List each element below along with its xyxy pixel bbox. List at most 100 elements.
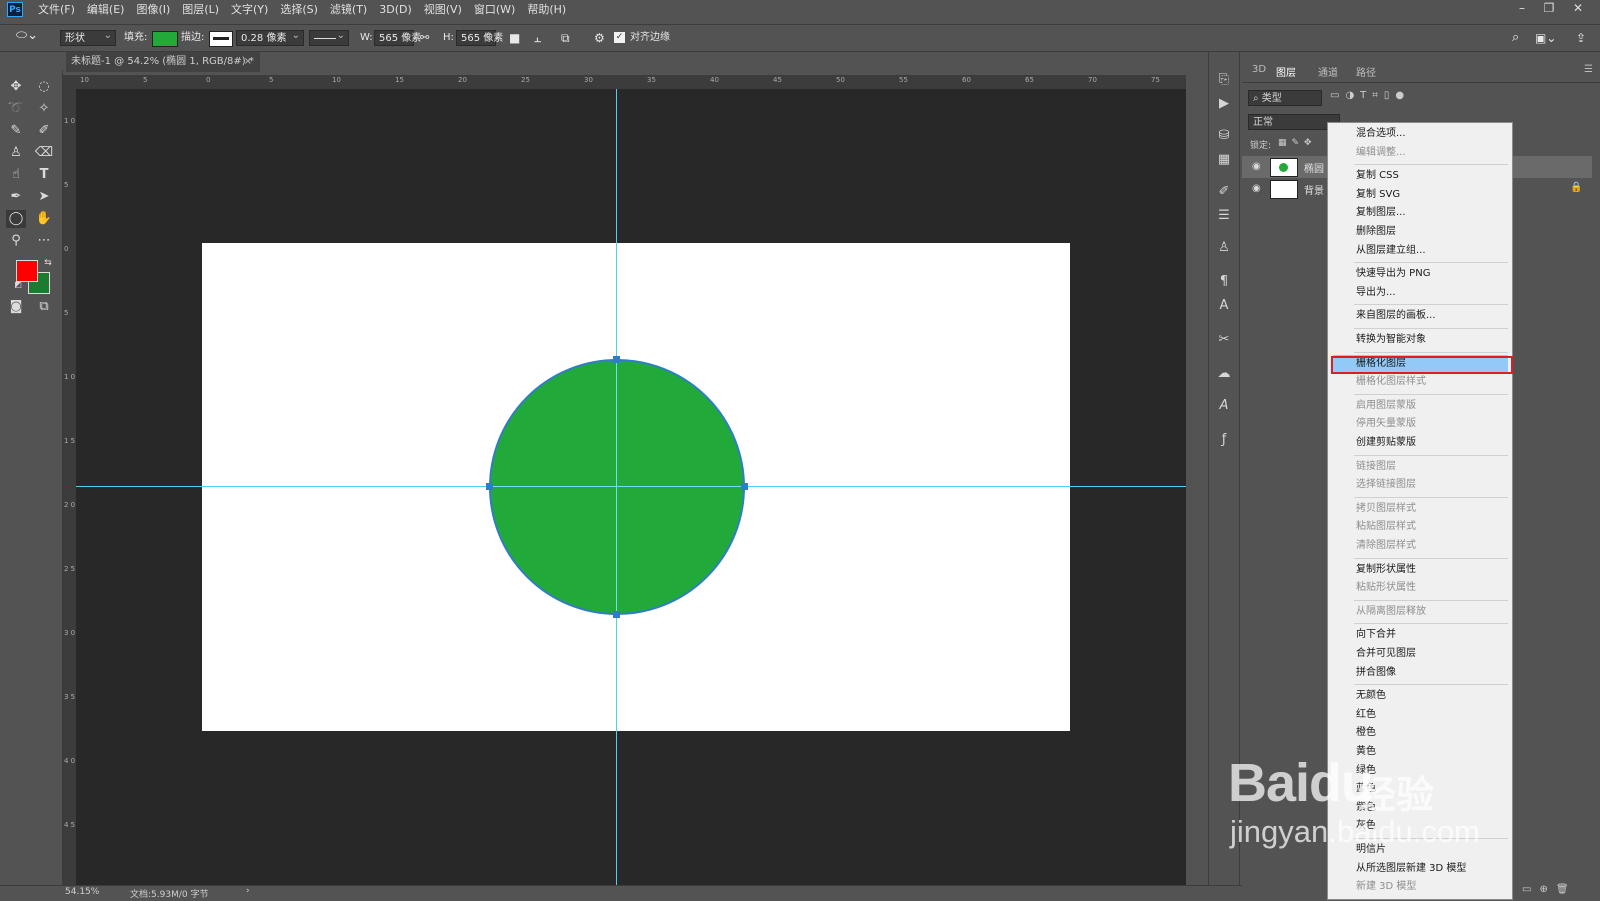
context-menu-item[interactable]: 从图层建立组... — [1328, 242, 1512, 260]
context-menu-item[interactable]: 合并可见图层 — [1328, 645, 1512, 663]
anchor-point-bottom[interactable] — [613, 611, 620, 618]
ruler-left[interactable]: 1 0 5 0 5 1 0 1 5 2 0 2 5 3 0 3 5 4 0 4 … — [62, 89, 77, 885]
move-tool-icon[interactable]: ✥ — [6, 78, 26, 96]
actions-play-icon[interactable]: ▶ — [1216, 96, 1232, 112]
context-menu-item[interactable]: 转换为智能对象 — [1328, 331, 1512, 349]
lasso-tool-icon[interactable]: ➰ — [6, 100, 26, 118]
path-alignment-icon[interactable]: ⫠ — [534, 30, 541, 46]
context-menu-item[interactable]: 复制图层... — [1328, 204, 1512, 222]
context-menu-item[interactable]: 无颜色 — [1328, 687, 1512, 705]
link-dimensions-icon[interactable]: ⚯ — [420, 30, 429, 46]
tab-layers[interactable]: 图层 — [1276, 64, 1296, 79]
screen-mode-icon[interactable]: ⧉ — [34, 298, 54, 316]
quick-mask-icon[interactable]: ◙ — [6, 298, 26, 316]
hand-tool-icon[interactable]: ✋ — [34, 210, 54, 228]
context-menu-item[interactable]: 复制形状属性 — [1328, 561, 1512, 579]
smudge-tool-icon[interactable]: ☝ — [6, 166, 26, 184]
panel-menu-icon[interactable]: ☰ — [1584, 64, 1593, 75]
anchor-point-left[interactable] — [486, 483, 493, 490]
tab-paths[interactable]: 路径 — [1356, 64, 1376, 79]
stroke-width-field[interactable]: 0.28 像素 — [236, 28, 304, 46]
swap-colors-icon[interactable]: ⇆ — [38, 254, 58, 272]
stamp-tool-icon[interactable]: ♙ — [6, 144, 26, 162]
mode-dropdown[interactable]: 形状 — [60, 28, 116, 46]
stroke-swatch-icon[interactable] — [209, 31, 233, 47]
ellipse-tool-preset-icon[interactable]: ⬭⌄ — [16, 28, 38, 44]
context-menu-item[interactable]: 红色 — [1328, 706, 1512, 724]
tools-icon[interactable]: ✂ — [1216, 332, 1232, 348]
menu-help[interactable]: 帮助(H) — [527, 0, 566, 20]
fill-swatch[interactable] — [152, 31, 178, 47]
ruler-top[interactable]: 10 5 0 5 10 15 20 25 30 35 40 45 50 55 6… — [62, 75, 1186, 90]
context-menu-item[interactable]: 橙色 — [1328, 724, 1512, 742]
stroke-type-dropdown[interactable] — [309, 28, 349, 46]
close-window-button[interactable]: ✕ — [1566, 0, 1590, 18]
gear-icon[interactable]: ⚙ — [594, 30, 605, 46]
tab-channels[interactable]: 通道 — [1318, 64, 1338, 79]
anchor-point-right[interactable] — [741, 483, 748, 490]
context-menu-item[interactable]: 混合选项... — [1328, 125, 1512, 143]
zoom-level[interactable]: 54.15% — [65, 887, 99, 897]
more-tools-icon[interactable]: ⋯ — [34, 232, 54, 250]
foreground-color-swatch[interactable] — [16, 260, 38, 282]
anchor-point-top[interactable] — [613, 356, 620, 363]
history-icon[interactable]: ⎘ — [1216, 72, 1232, 88]
visibility-eye-icon[interactable]: ◉ — [1252, 161, 1261, 172]
adjustments-icon[interactable]: ☰ — [1216, 208, 1232, 224]
styles-icon[interactable]: ƒ — [1216, 432, 1232, 448]
menu-window[interactable]: 窗口(W) — [474, 0, 515, 20]
context-menu-item[interactable]: 复制 SVG — [1328, 186, 1512, 204]
context-menu-item[interactable]: 拼合图像 — [1328, 664, 1512, 682]
status-arrow-icon[interactable]: › — [246, 886, 250, 896]
menu-type[interactable]: 文字(Y) — [231, 0, 268, 20]
brush-settings-icon[interactable]: ✐ — [1216, 184, 1232, 200]
visibility-eye-icon[interactable]: ◉ — [1252, 183, 1261, 194]
libraries-icon[interactable]: ☁ — [1216, 366, 1232, 382]
align-edges-checkbox[interactable]: ✓ — [614, 32, 625, 43]
lock-icons[interactable]: ▦✎✥ — [1278, 138, 1317, 148]
menu-image[interactable]: 图像(I) — [136, 0, 170, 20]
context-menu-item[interactable]: 来自图层的画板... — [1328, 307, 1512, 325]
context-menu-item[interactable]: 导出为... — [1328, 284, 1512, 302]
context-menu-item[interactable]: 创建剪贴蒙版 — [1328, 434, 1512, 452]
zoom-tool-icon[interactable]: ⚲ — [6, 232, 26, 250]
pen-tool-icon[interactable]: ✒ — [6, 188, 26, 206]
menu-3d[interactable]: 3D(D) — [379, 0, 412, 20]
restore-button[interactable]: ❐ — [1537, 0, 1561, 18]
grid-icon[interactable]: ▦ — [1216, 152, 1232, 168]
share-icon[interactable]: ⇪ — [1576, 30, 1586, 46]
menu-file[interactable]: 文件(F) — [38, 0, 75, 20]
layer-panel-footer-icons[interactable]: ▭⊕🗑 — [1522, 884, 1577, 895]
context-menu-item[interactable]: 复制 CSS — [1328, 167, 1512, 185]
menu-select[interactable]: 选择(S) — [280, 0, 318, 20]
3d-icon[interactable]: ⛁ — [1216, 128, 1232, 144]
ellipse-tool-icon[interactable]: ◯ — [6, 210, 26, 228]
close-tab-icon[interactable]: × — [244, 52, 252, 72]
width-field[interactable]: 565 像素 — [374, 28, 421, 46]
magic-wand-tool-icon[interactable]: ✧ — [34, 100, 54, 118]
menu-layer[interactable]: 图层(L) — [182, 0, 219, 20]
glyphs-icon[interactable]: A — [1216, 398, 1232, 414]
brush-tool-icon[interactable]: ✐ — [34, 122, 54, 140]
eyedropper-tool-icon[interactable]: ✎ — [6, 122, 26, 140]
search-icon[interactable]: ⌕ — [1512, 30, 1519, 46]
path-arrangement-icon[interactable]: ⧉ — [561, 30, 570, 46]
minimize-button[interactable]: – — [1510, 0, 1534, 18]
character-icon[interactable]: A — [1216, 298, 1232, 314]
document-tab[interactable]: 未标题-1 @ 54.2% (椭圆 1, RGB/8#) * × — [66, 52, 260, 72]
eraser-tool-icon[interactable]: ⌫ — [34, 144, 54, 162]
layer-filter-dropdown[interactable]: ⌕ 类型 — [1248, 90, 1322, 106]
paragraph-icon[interactable]: ¶ — [1216, 274, 1232, 290]
context-menu-item[interactable]: 向下合并 — [1328, 626, 1512, 644]
marquee-tool-icon[interactable]: ◌ — [34, 78, 54, 96]
context-menu-item[interactable]: 快速导出为 PNG — [1328, 265, 1512, 283]
layer-filter-icons[interactable]: ▭◑T⌗▯● — [1330, 90, 1410, 101]
tab-3d[interactable]: 3D — [1252, 64, 1266, 75]
menu-edit[interactable]: 编辑(E) — [87, 0, 125, 20]
path-operations-icon[interactable]: ■ — [509, 30, 520, 46]
height-field[interactable]: 565 像素 — [456, 28, 503, 46]
green-ellipse-shape[interactable] — [489, 359, 745, 615]
type-tool-icon[interactable]: T — [34, 166, 54, 184]
context-menu-item[interactable]: 删除图层 — [1328, 223, 1512, 241]
path-selection-tool-icon[interactable]: ➤ — [34, 188, 54, 206]
